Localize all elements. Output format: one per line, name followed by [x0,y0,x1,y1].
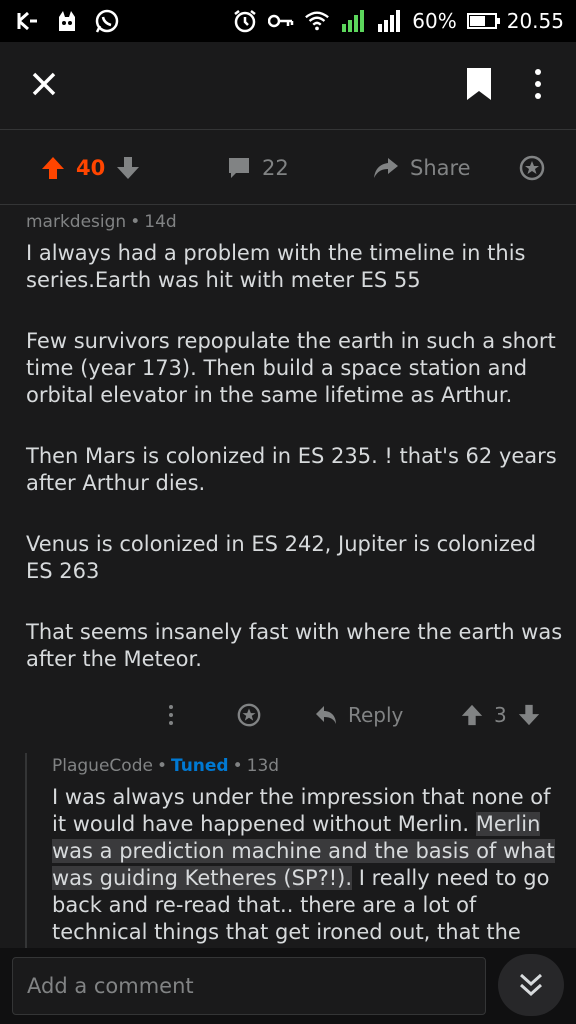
comment-vote-count: 3 [494,703,507,727]
comment-age: 13d [246,756,280,776]
battery-percent: 60% [412,9,457,33]
battery-icon [466,13,500,29]
double-chevron-down-icon [519,973,543,997]
comment-paragraph: I always had a problem with the timeline… [26,241,526,292]
status-bar: 60% 20.55 [0,0,576,42]
next-comment-button[interactable] [498,954,564,1016]
comment-age: 14d [144,212,177,232]
share-label: Share [410,156,471,180]
whatsapp-icon [94,8,120,34]
award-button[interactable] [518,152,546,184]
comment-icon [229,158,249,178]
thread-line[interactable] [25,753,27,948]
comment-paragraph: That seems insanely fast with where the … [26,620,563,671]
comment-award-button[interactable] [236,700,262,730]
comment-paragraph: Venus is colonized in ES 242, Jupiter is… [26,532,537,583]
add-comment-input[interactable]: Add a comment [12,957,486,1015]
upvote-icon[interactable] [40,155,66,181]
comment-body: I always had a problem with the timeline… [26,240,566,673]
alarm-icon [232,8,258,34]
post-vote-group: 40 [40,152,141,184]
close-button[interactable] [26,66,62,102]
comment-body: I was always under the impression that n… [52,784,562,946]
post-vote-count: 40 [76,156,106,180]
comment-more-button[interactable] [164,700,178,730]
award-icon [519,155,545,181]
share-button[interactable]: Share [372,152,471,184]
wifi-icon [304,8,330,34]
user-flair: Tuned [170,756,229,776]
share-icon [374,158,398,178]
key-icon [268,8,294,34]
close-icon [32,72,56,96]
comments-button[interactable]: 22 [226,152,289,184]
comment-author[interactable]: PlagueCode [52,756,153,776]
comment-actions: Reply 3 [0,700,576,730]
signal-1-icon [340,8,366,34]
more-vertical-icon [535,69,541,99]
upvote-icon[interactable] [460,703,484,727]
comment-paragraph: Few survivors repopulate the earth in su… [26,329,556,407]
more-options-button[interactable] [526,66,550,102]
comment-author[interactable]: markdesign [26,212,126,232]
clock: 20.55 [506,9,564,33]
comment-meta: PlagueCode • Tuned • 13d [52,756,280,776]
comments-area: markdesign • 14d I always had a problem wi… [0,205,576,948]
comment-meta: markdesign • 14d [26,212,177,232]
bookmark-button[interactable] [464,66,494,102]
reply-icon [316,706,336,724]
downvote-icon[interactable] [517,703,541,727]
comment-vote-group: 3 [460,700,541,730]
reply-label: Reply [348,703,404,727]
bottom-bar: Add a comment [0,948,576,1024]
downvote-icon[interactable] [115,155,141,181]
reply-button[interactable]: Reply [314,700,403,730]
post-action-bar: 40 22 Share [0,130,576,205]
comment-paragraph: Then Mars is colonized in ES 235. ! that… [26,444,557,495]
bookmark-icon [467,68,491,100]
comment-paragraph: I was always under the impression that n… [52,784,562,946]
award-icon [237,703,261,727]
more-vertical-icon [169,705,173,725]
signal-2-icon [376,8,402,34]
k-icon [14,8,40,34]
cat-icon [54,8,80,34]
comment-count: 22 [262,156,289,180]
comment: markdesign • 14d I always had a problem wi… [26,212,566,707]
reply-comment: PlagueCode • Tuned • 13d I was always under … [52,756,562,946]
add-comment-placeholder: Add a comment [27,974,194,998]
app-bar [0,42,576,130]
